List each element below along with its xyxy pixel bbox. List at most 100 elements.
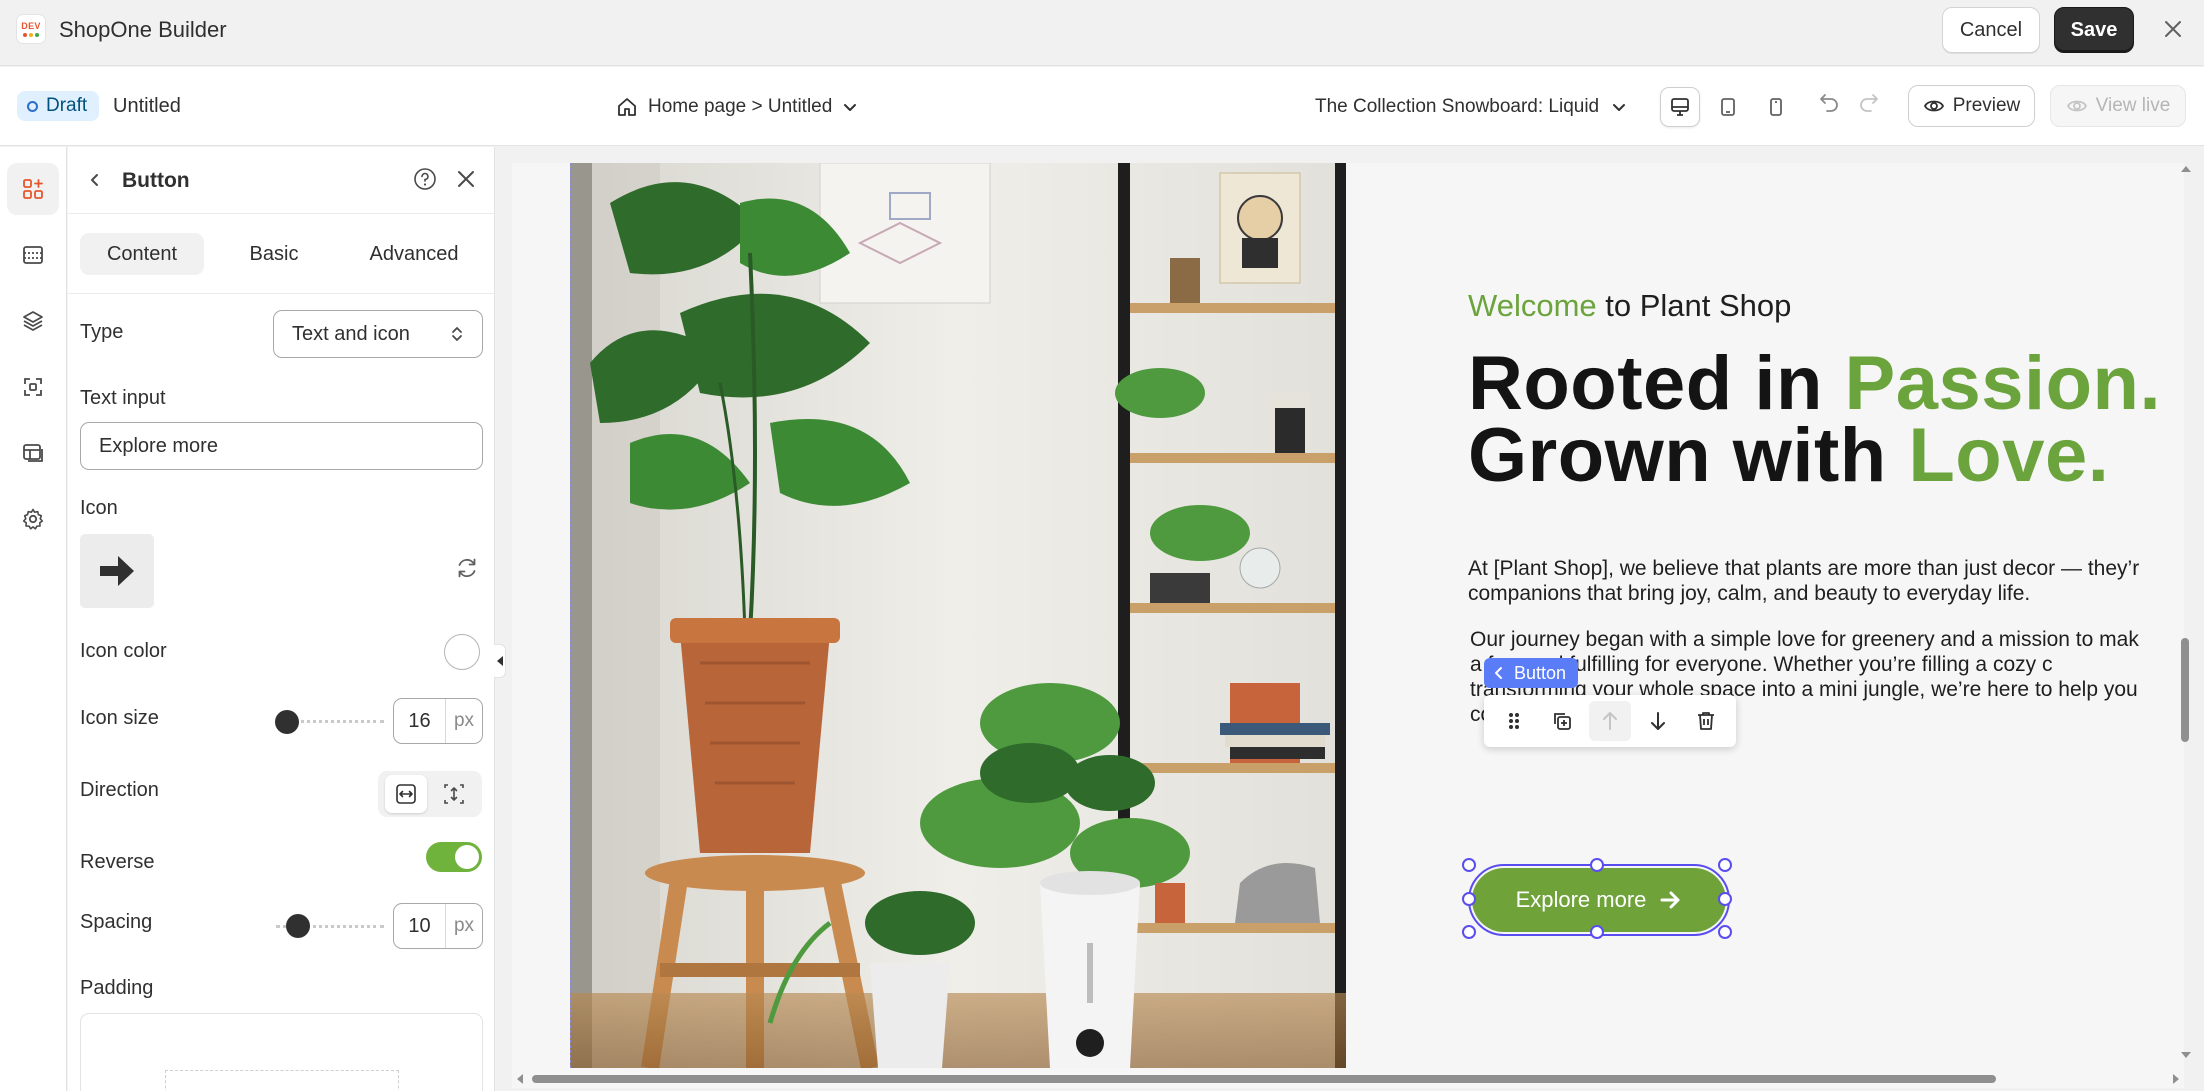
close-icon[interactable] bbox=[2158, 14, 2188, 44]
hero-headline[interactable]: Rooted in Passion. Grown with Love. bbox=[1468, 346, 2161, 494]
duplicate-icon bbox=[1554, 713, 1571, 730]
redo-icon[interactable] bbox=[1858, 91, 1880, 113]
sidebar-item-layers[interactable] bbox=[7, 295, 59, 347]
chevron-left-icon bbox=[1495, 667, 1502, 679]
button-text-input[interactable]: Explore more bbox=[80, 422, 483, 470]
intro-paragraph[interactable]: At [Plant Shop], we believe that plants … bbox=[1468, 556, 2184, 606]
explore-more-button[interactable]: Explore more bbox=[1468, 864, 1730, 936]
replace-icon-button[interactable] bbox=[454, 555, 480, 586]
eye-icon bbox=[1923, 100, 1944, 112]
horizontal-direction-icon bbox=[396, 784, 416, 804]
drag-handle[interactable] bbox=[1493, 701, 1535, 741]
sidebar-item-templates[interactable] bbox=[7, 427, 59, 479]
top-bar: DEV ShopOne Builder Cancel Save bbox=[0, 0, 2204, 66]
vertical-scroll-thumb[interactable] bbox=[2181, 638, 2189, 742]
selected-element-tag[interactable]: Button bbox=[1484, 658, 1579, 688]
preview-button[interactable]: Preview bbox=[1908, 85, 2035, 127]
scroll-down-icon[interactable] bbox=[2181, 1051, 2191, 1059]
trash-icon bbox=[1698, 712, 1714, 730]
spacing-slider-thumb[interactable] bbox=[286, 914, 310, 938]
tablet-view-button[interactable] bbox=[1708, 87, 1748, 127]
sidebar-item-sections[interactable] bbox=[7, 229, 59, 281]
welcome-heading[interactable]: Welcome to Plant Shop bbox=[1468, 288, 1791, 324]
refresh-icon bbox=[458, 558, 476, 578]
draft-dot-icon bbox=[27, 100, 38, 112]
vertical-direction-icon bbox=[444, 784, 464, 804]
resize-handle-right[interactable] bbox=[1718, 892, 1732, 906]
selected-element-tag-label: Button bbox=[1514, 662, 1567, 683]
scroll-right-icon[interactable] bbox=[2172, 1074, 2180, 1084]
mobile-view-button[interactable] bbox=[1756, 87, 1796, 127]
panel-tabs: Content Basic Advanced bbox=[80, 233, 484, 275]
cancel-button[interactable]: Cancel bbox=[1942, 7, 2040, 53]
spacing-value: 10 bbox=[394, 904, 446, 948]
eye-icon bbox=[2066, 100, 2087, 112]
settings-panel: Button Content Basic Advanced Type Text … bbox=[68, 147, 495, 1091]
view-live-button[interactable]: View live bbox=[2050, 85, 2186, 127]
explore-more-label: Explore more bbox=[1515, 887, 1647, 912]
resize-handle-bottom[interactable] bbox=[1590, 925, 1604, 939]
type-select[interactable]: Text and icon bbox=[273, 310, 483, 358]
resize-handle-top-left[interactable] bbox=[1462, 858, 1476, 872]
headline-line2-b: Love. bbox=[1908, 413, 2110, 498]
vertical-scrollbar[interactable] bbox=[2178, 163, 2192, 1068]
template-selector[interactable]: The Collection Snowboard: Liquid bbox=[1315, 91, 1627, 123]
delete-button[interactable] bbox=[1685, 701, 1727, 741]
help-button[interactable] bbox=[412, 166, 438, 197]
page-selector[interactable]: Home page > Untitled bbox=[616, 91, 858, 123]
templates-icon bbox=[23, 444, 43, 462]
layers-icon bbox=[23, 311, 43, 331]
desktop-icon bbox=[1671, 98, 1689, 116]
sections-icon bbox=[23, 246, 43, 264]
icon-picker[interactable] bbox=[80, 534, 154, 608]
icon-label: Icon bbox=[80, 497, 118, 519]
hero-image[interactable] bbox=[570, 163, 1346, 1068]
view-live-label: View live bbox=[2095, 95, 2171, 116]
duplicate-button[interactable] bbox=[1541, 701, 1583, 741]
spacing-unit: px bbox=[453, 915, 475, 936]
gear-icon bbox=[22, 508, 44, 530]
status-badge-label: Draft bbox=[46, 95, 88, 116]
resize-handle-bottom-right[interactable] bbox=[1718, 925, 1732, 939]
resize-handle-bottom-left[interactable] bbox=[1462, 925, 1476, 939]
direction-horizontal-button[interactable] bbox=[385, 775, 427, 813]
scroll-left-icon[interactable] bbox=[516, 1074, 524, 1084]
panel-close-button[interactable] bbox=[455, 168, 477, 195]
help-icon bbox=[414, 168, 436, 190]
sidebar-item-settings[interactable] bbox=[7, 493, 59, 545]
collapse-panel-button[interactable] bbox=[494, 644, 506, 678]
move-down-button[interactable] bbox=[1637, 701, 1679, 741]
welcome-accent: Welcome bbox=[1468, 288, 1597, 323]
reverse-label: Reverse bbox=[80, 851, 155, 873]
sidebar-item-add-elements[interactable] bbox=[7, 163, 59, 215]
icon-size-slider-thumb[interactable] bbox=[275, 710, 299, 734]
sidebar-item-components[interactable] bbox=[7, 361, 59, 413]
app-logo: DEV bbox=[16, 14, 46, 44]
resize-handle-top[interactable] bbox=[1590, 858, 1604, 872]
save-button[interactable]: Save bbox=[2054, 7, 2134, 53]
spacing-input[interactable]: 10 px bbox=[393, 903, 483, 949]
scroll-up-icon[interactable] bbox=[2181, 165, 2191, 173]
resize-handle-left[interactable] bbox=[1462, 892, 1476, 906]
text-input-label: Text input bbox=[80, 387, 166, 409]
horizontal-scrollbar[interactable] bbox=[512, 1068, 2184, 1088]
tab-advanced[interactable]: Advanced bbox=[344, 233, 484, 275]
panel-header: Button bbox=[68, 147, 494, 214]
resize-handle-top-right[interactable] bbox=[1718, 858, 1732, 872]
headline-line2-a: Grown with bbox=[1468, 413, 1909, 498]
undo-icon[interactable] bbox=[1818, 91, 1840, 113]
reverse-toggle[interactable] bbox=[426, 842, 482, 872]
padding-editor[interactable] bbox=[80, 1013, 483, 1091]
back-button[interactable] bbox=[82, 167, 108, 193]
icon-size-input[interactable]: 16 px bbox=[393, 698, 483, 744]
horizontal-scroll-thumb[interactable] bbox=[532, 1075, 1996, 1083]
page-canvas[interactable]: Welcome to Plant Shop Rooted in Passion.… bbox=[512, 163, 2184, 1068]
move-up-button[interactable] bbox=[1589, 701, 1631, 741]
tab-content[interactable]: Content bbox=[80, 233, 204, 275]
tab-basic[interactable]: Basic bbox=[204, 233, 344, 275]
desktop-view-button[interactable] bbox=[1660, 87, 1700, 127]
app-logo-text: DEV bbox=[21, 21, 41, 31]
direction-vertical-button[interactable] bbox=[433, 775, 475, 813]
icon-color-swatch[interactable] bbox=[444, 634, 480, 670]
preview-label: Preview bbox=[1952, 95, 2021, 116]
